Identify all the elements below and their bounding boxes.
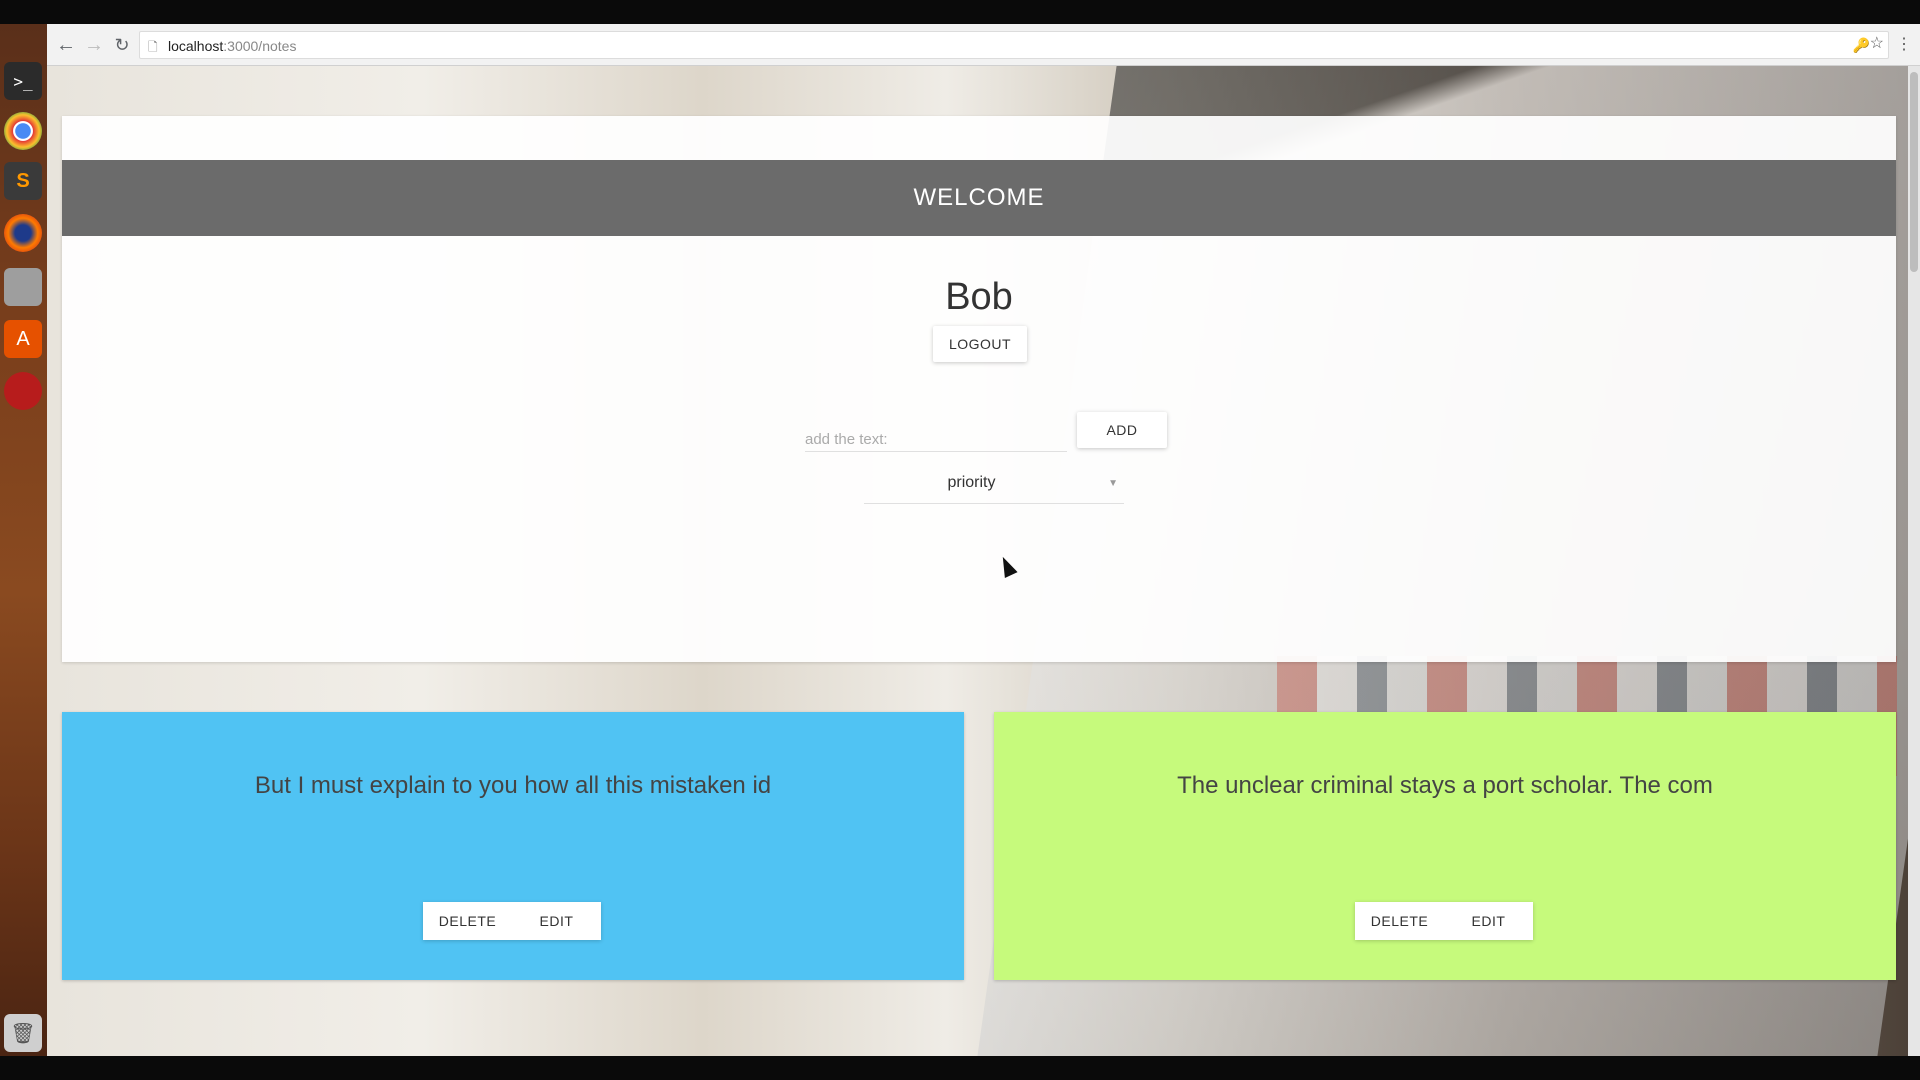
url-text[interactable]: localhost:3000/notes	[168, 38, 296, 54]
app-icon[interactable]	[4, 372, 42, 410]
files-icon[interactable]	[4, 268, 42, 306]
add-button[interactable]: ADD	[1077, 412, 1167, 448]
user-name: Bob	[945, 276, 1013, 318]
firefox-icon[interactable]	[4, 214, 42, 252]
scrollbar-thumb[interactable]	[1910, 72, 1918, 272]
page-viewport: WELCOME Bob LOGOUT ADD priority ▼ But I …	[47, 66, 1920, 1056]
bottom-black-strip	[0, 1056, 1920, 1080]
welcome-title: WELCOME	[913, 184, 1045, 211]
note-text-input[interactable]	[805, 418, 1067, 452]
edit-button[interactable]: EDIT	[512, 902, 601, 940]
note-text: The unclear criminal stays a port schola…	[1177, 772, 1713, 799]
note-actions: DELETE EDIT	[423, 902, 601, 940]
note-card: The unclear criminal stays a port schola…	[994, 712, 1896, 980]
chevron-down-icon: ▼	[1108, 478, 1118, 489]
edit-button[interactable]: EDIT	[1444, 902, 1533, 940]
chrome-icon[interactable]	[4, 112, 42, 150]
priority-select[interactable]: priority ▼	[864, 468, 1124, 504]
back-icon[interactable]: ←	[53, 32, 79, 58]
priority-select-value: priority	[947, 474, 996, 491]
software-center-icon[interactable]: A	[4, 320, 42, 358]
logout-button[interactable]: LOGOUT	[933, 326, 1027, 362]
browser-toolbar: ← → ↻ 🗋 localhost:3000/notes 🔑 ☆ ⋮	[47, 24, 1920, 66]
trash-icon[interactable]: 🗑	[4, 1014, 42, 1052]
delete-button[interactable]: DELETE	[423, 902, 512, 940]
page-icon: 🗋	[148, 40, 158, 54]
reload-icon[interactable]: ↻	[109, 32, 135, 58]
sublime-text-icon[interactable]: S	[4, 162, 42, 200]
forward-icon[interactable]: →	[81, 32, 107, 58]
bookmark-star-icon[interactable]: ☆	[1870, 33, 1884, 53]
note-text: But I must explain to you how all this m…	[254, 772, 772, 799]
terminal-icon[interactable]: >_	[4, 62, 42, 100]
delete-button[interactable]: DELETE	[1355, 902, 1444, 940]
address-bar[interactable]: 🗋 localhost:3000/notes 🔑	[139, 31, 1889, 59]
page-scrollbar[interactable]	[1908, 66, 1920, 1056]
note-actions: DELETE EDIT	[1355, 902, 1533, 940]
menu-dots-icon[interactable]: ⋮	[1896, 34, 1912, 54]
main-card: WELCOME Bob LOGOUT ADD priority ▼	[62, 116, 1896, 662]
os-launcher: >_ S A 🗑	[0, 24, 47, 1056]
note-card: But I must explain to you how all this m…	[62, 712, 964, 980]
welcome-bar: WELCOME	[62, 160, 1896, 236]
top-black-strip	[0, 0, 1920, 24]
